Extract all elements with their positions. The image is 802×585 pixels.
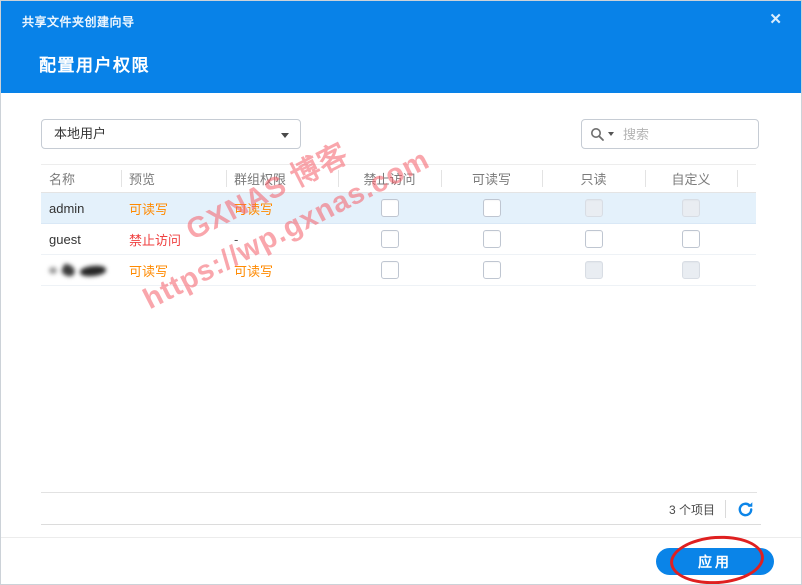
column-header-preview[interactable]: 预览 xyxy=(121,165,226,192)
preview-value: 可读写 xyxy=(121,199,226,218)
list-bottom-separator xyxy=(41,492,757,493)
read-only-checkbox xyxy=(585,261,603,279)
no-access-checkbox[interactable] xyxy=(381,230,399,248)
no-access-checkbox[interactable] xyxy=(381,199,399,217)
close-icon[interactable]: ✕ xyxy=(769,10,782,30)
read-write-checkbox[interactable] xyxy=(483,261,501,279)
dialog-header: 共享文件夹创建向导 配置用户权限 ✕ xyxy=(1,1,801,93)
user-name: guest xyxy=(41,232,121,247)
read-only-checkbox xyxy=(585,199,603,217)
content-bottom-divider xyxy=(41,524,761,525)
read-write-checkbox[interactable] xyxy=(483,230,501,248)
shared-folder-wizard-dialog: 共享文件夹创建向导 配置用户权限 ✕ GXNAS 博客 https://wp.g… xyxy=(0,0,802,585)
refresh-button[interactable] xyxy=(736,500,754,518)
status-bar: 3 个项目 xyxy=(669,498,754,520)
search-icon xyxy=(590,127,605,142)
column-header-filler xyxy=(737,165,756,192)
user-type-selected-value: 本地用户 xyxy=(54,126,106,141)
search-input[interactable] xyxy=(621,126,750,143)
censor-blur-blob xyxy=(49,263,106,279)
table-row-guest[interactable]: guest 禁止访问 - xyxy=(41,224,756,255)
user-name: admin xyxy=(41,201,121,216)
chevron-down-icon xyxy=(281,133,289,138)
column-header-read-write[interactable]: 可读写 xyxy=(441,165,542,192)
page-title: 配置用户权限 xyxy=(39,51,150,76)
status-divider xyxy=(725,500,726,518)
column-header-group[interactable]: 群组权限 xyxy=(226,165,338,192)
custom-checkbox xyxy=(682,199,700,217)
group-permission-value: 可读写 xyxy=(226,199,338,218)
read-only-checkbox[interactable] xyxy=(585,230,603,248)
refresh-icon xyxy=(737,501,754,518)
column-header-no-access[interactable]: 禁止访问 xyxy=(338,165,441,192)
preview-value: 禁止访问 xyxy=(121,230,226,249)
search-box[interactable] xyxy=(581,119,759,149)
search-filter-caret-icon[interactable] xyxy=(608,132,614,136)
footer-divider xyxy=(1,537,801,538)
wizard-title: 共享文件夹创建向导 xyxy=(22,13,135,30)
custom-checkbox[interactable] xyxy=(682,230,700,248)
apply-button[interactable]: 应用 xyxy=(656,548,774,575)
preview-value: 可读写 xyxy=(121,261,226,280)
blurred-username xyxy=(41,261,121,279)
table-header-row: 名称 预览 群组权限 禁止访问 可读写 只读 自定义 xyxy=(41,164,756,193)
table-row-blurred-user[interactable]: 可读写 可读写 xyxy=(41,255,756,286)
custom-checkbox xyxy=(682,261,700,279)
table-row-admin[interactable]: admin 可读写 可读写 xyxy=(41,193,756,224)
permissions-table: 名称 预览 群组权限 禁止访问 可读写 只读 自定义 admin 可读写 可读写… xyxy=(41,164,756,286)
column-header-custom[interactable]: 自定义 xyxy=(645,165,737,192)
user-type-dropdown[interactable]: 本地用户 xyxy=(41,119,301,149)
column-header-read-only[interactable]: 只读 xyxy=(542,165,645,192)
no-access-checkbox[interactable] xyxy=(381,261,399,279)
group-permission-value: - xyxy=(226,232,338,247)
item-count: 3 个项目 xyxy=(669,501,715,518)
read-write-checkbox[interactable] xyxy=(483,199,501,217)
column-header-name[interactable]: 名称 xyxy=(41,165,121,192)
group-permission-value: 可读写 xyxy=(226,261,338,280)
